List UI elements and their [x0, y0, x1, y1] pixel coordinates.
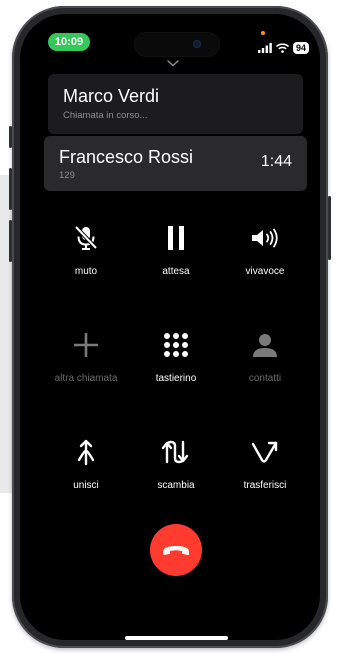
- swap-label: scambia: [157, 480, 195, 491]
- camera-icon: [193, 40, 201, 48]
- keypad-label: tastierino: [155, 373, 197, 384]
- chevron-down-icon[interactable]: [167, 60, 179, 67]
- status-icons: 94: [258, 42, 310, 54]
- power-button: [328, 196, 331, 260]
- add-call-label: altra chiamata: [54, 373, 118, 384]
- end-call-button[interactable]: [150, 524, 202, 576]
- volume-down-button: [9, 220, 12, 262]
- dynamic-island: [134, 32, 220, 57]
- mute-label: muto: [74, 266, 98, 277]
- wifi-icon: [276, 43, 289, 53]
- merge-button[interactable]: unisci: [41, 432, 131, 491]
- merge-icon: [77, 439, 95, 466]
- held-caller-name: Marco Verdi: [63, 86, 160, 106]
- hold-label: attesa: [162, 266, 190, 277]
- pause-icon: [168, 226, 184, 250]
- call-time-pill[interactable]: 10:09: [48, 33, 90, 51]
- active-call-card[interactable]: Francesco Rossi 129 1:44: [44, 136, 307, 191]
- hold-button[interactable]: attesa: [131, 218, 221, 277]
- call-duration: 1:44: [260, 153, 292, 170]
- speaker-button[interactable]: vivavoce: [220, 218, 310, 277]
- phone-frame: 10:09 94 Marco Verdi Chiamata in corso..…: [9, 6, 331, 648]
- battery-icon: 94: [293, 42, 310, 54]
- status-time: 10:09: [54, 36, 84, 48]
- call-screen: 10:09 94 Marco Verdi Chiamata in corso..…: [20, 14, 320, 640]
- active-caller-name: Francesco Rossi: [59, 147, 194, 167]
- phone-hangup-icon: [163, 546, 189, 555]
- microphone-indicator-dot: [261, 31, 265, 35]
- held-call-card[interactable]: Marco Verdi Chiamata in corso...: [48, 74, 303, 134]
- swap-icon: [161, 440, 189, 464]
- plus-icon: [74, 333, 98, 357]
- volume-up-button: [9, 168, 12, 210]
- active-caller-number: 129: [59, 170, 75, 181]
- speaker-label: vivavoce: [245, 266, 285, 277]
- contacts-label: contatti: [248, 373, 282, 384]
- transfer-button[interactable]: trasferisci: [220, 432, 310, 491]
- keypad-button[interactable]: tastierino: [131, 325, 221, 384]
- mute-button[interactable]: muto: [41, 218, 131, 277]
- home-indicator[interactable]: [125, 636, 228, 640]
- transfer-label: trasferisci: [243, 480, 287, 491]
- keypad-icon: [164, 333, 188, 357]
- contacts-button[interactable]: contatti: [220, 325, 310, 384]
- contact-icon: [253, 334, 277, 357]
- transfer-icon: [251, 441, 278, 463]
- cellular-signal-icon: [258, 43, 272, 53]
- microphone-off-icon: [74, 225, 98, 250]
- merge-label: unisci: [73, 480, 99, 491]
- action-button: [9, 126, 12, 148]
- held-call-status: Chiamata in corso...: [63, 110, 148, 121]
- speaker-icon: [252, 228, 278, 248]
- add-call-button[interactable]: altra chiamata: [41, 325, 131, 384]
- swap-button[interactable]: scambia: [131, 432, 221, 491]
